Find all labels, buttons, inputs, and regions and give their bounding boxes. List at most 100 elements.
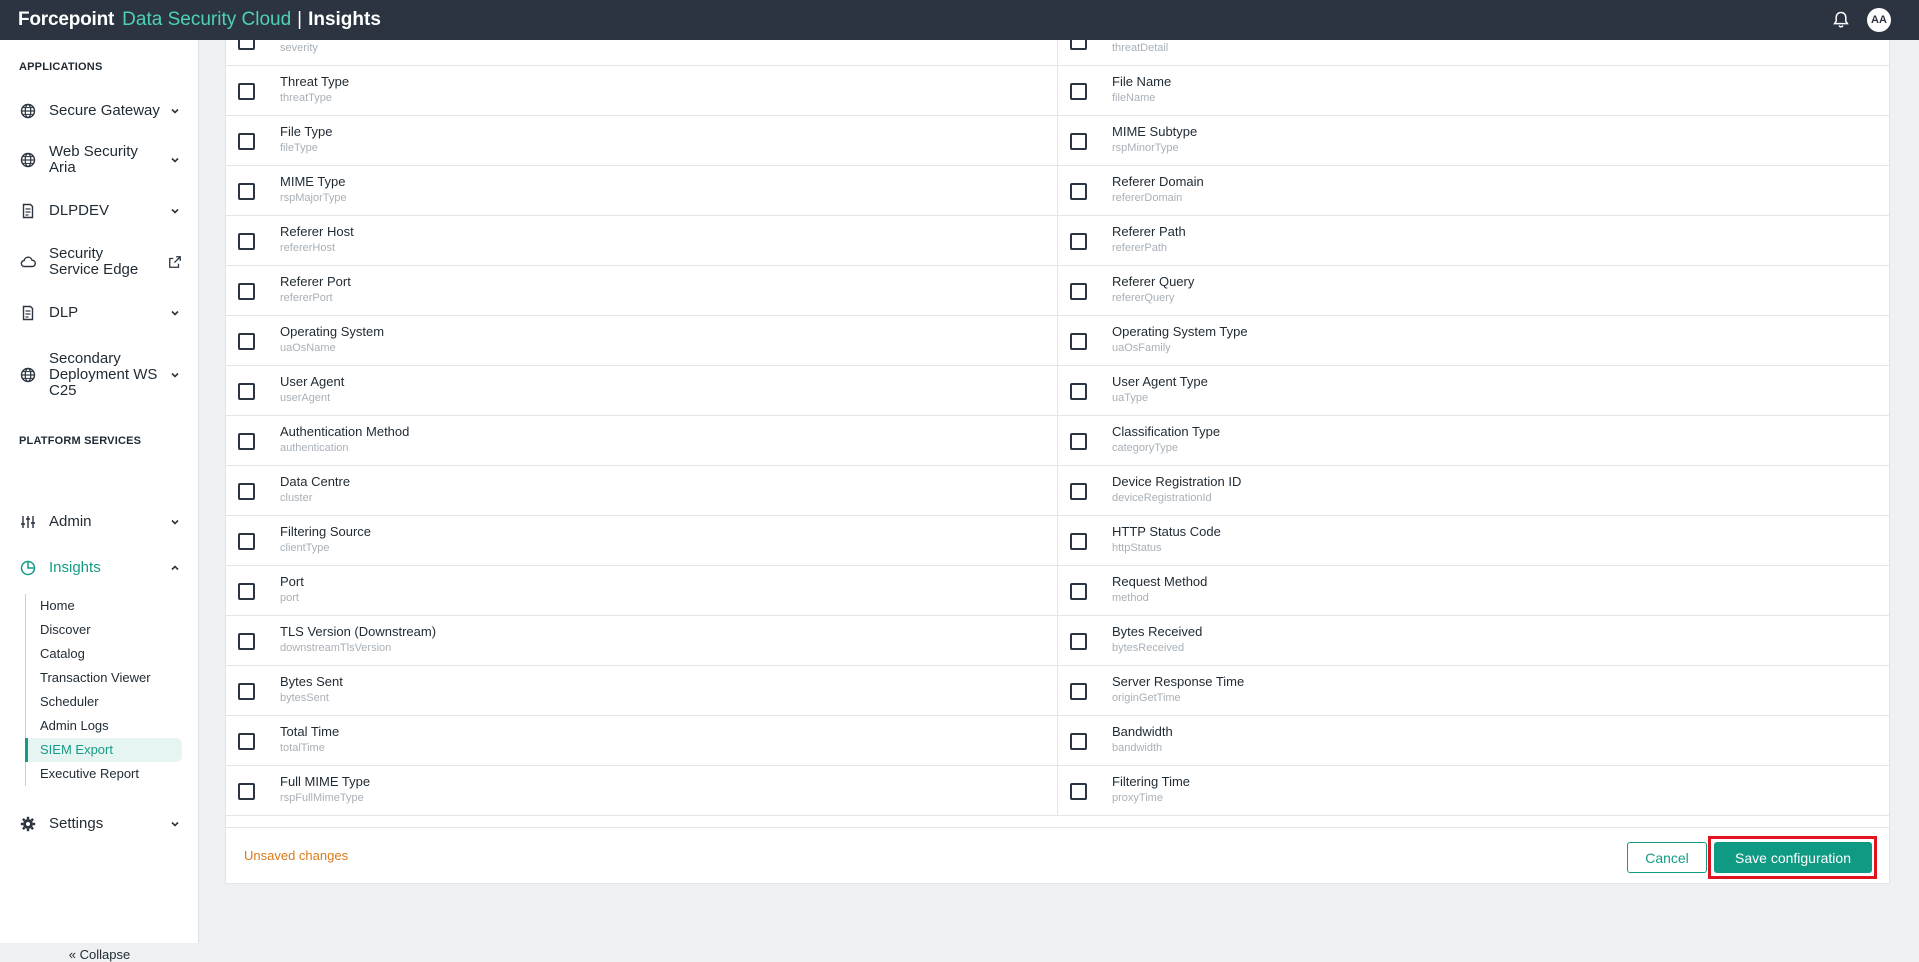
field-label: Operating System [280,324,385,339]
field-key: severity [280,42,318,54]
sidebar-item-insights[interactable]: Insights [0,553,199,583]
field-checkbox[interactable] [1070,133,1087,150]
field-cell: MIME Subtype rspMinorType [1058,116,1889,165]
bell-icon[interactable] [1831,10,1851,30]
table-row: Authentication Method authentication Class… [226,416,1889,466]
field-checkbox[interactable] [238,533,255,550]
field-label: MIME Type [280,174,346,189]
sidebar-item-web-security-aria[interactable]: Web Security Aria [0,142,199,178]
field-key: userAgent [280,392,331,404]
field-cell: Server Response Time originGetTime [1058,666,1889,715]
field-checkbox[interactable] [238,633,255,650]
subnav-item-scheduler[interactable]: Scheduler [26,690,182,714]
field-label: Classification Type [1112,424,1221,439]
sidebar-item-dlpdev[interactable]: DLPDEV [0,196,199,226]
sidebar-item-dlp[interactable]: DLP [0,298,199,328]
field-label: Referer Path [1112,224,1186,239]
field-label: File Type [280,124,333,139]
sidebar-item-admin[interactable]: Admin [0,507,199,537]
field-checkbox[interactable] [1070,233,1087,250]
brand-logo[interactable]: Forcepoint [18,9,114,31]
globe-icon [19,366,37,384]
field-key: bytesSent [280,692,329,704]
avatar[interactable]: AA [1867,8,1891,32]
sidebar-item-settings[interactable]: Settings [0,809,199,839]
field-label: Total Time [280,724,340,739]
sidebar-item-secure-gateway[interactable]: Secure Gateway [0,96,199,126]
subnav-item-admin-logs[interactable]: Admin Logs [26,714,182,738]
field-cell: Referer Port refererPort [226,266,1058,315]
field-key: categoryType [1112,442,1179,454]
field-checkbox[interactable] [1070,483,1087,500]
field-checkbox[interactable] [238,233,255,250]
sidebar-item-secondary-deployment[interactable]: Secondary Deployment WS C25 [0,349,199,401]
field-cell: HTTP Status Code httpStatus [1058,516,1889,565]
field-checkbox[interactable] [238,183,255,200]
field-checkbox[interactable] [1070,633,1087,650]
external-link-icon [169,256,181,268]
field-checkbox[interactable] [1070,433,1087,450]
field-checkbox[interactable] [1070,583,1087,600]
subnav-item-discover[interactable]: Discover [26,618,182,642]
brand-separator: | [297,9,303,30]
subnav-item-catalog[interactable]: Catalog [26,642,182,666]
subnav-item-siem-export[interactable]: SIEM Export [25,738,182,762]
field-key: bandwidth [1112,742,1163,754]
sidebar-item-security-service-edge[interactable]: Security Service Edge [0,244,199,280]
field-cell: Request Method method [1058,566,1889,615]
field-checkbox[interactable] [238,733,255,750]
table-row: User Agent userAgent User Agent Type uaType [226,366,1889,416]
field-checkbox[interactable] [238,283,255,300]
chevron-down-icon [171,519,179,525]
field-key: refererPath [1112,242,1168,254]
table-row: Data Centre cluster Device Registration ID… [226,466,1889,516]
subnav-item-executive-report[interactable]: Executive Report [26,762,182,786]
collapse-button[interactable]: « Collapse [0,947,199,962]
field-checkbox[interactable] [238,683,255,700]
field-checkbox[interactable] [238,483,255,500]
field-label: Authentication Method [280,424,410,439]
field-label: Data Centre [280,474,351,489]
field-cell: Threat Type threatType [226,66,1058,115]
field-cell: File Name fileName [1058,66,1889,115]
field-checkbox[interactable] [1070,83,1087,100]
field-checkbox[interactable] [1070,333,1087,350]
field-label: Bytes Received [1112,624,1203,639]
cancel-button[interactable]: Cancel [1627,842,1707,873]
field-checkbox[interactable] [238,433,255,450]
platform-services-heading: PLATFORM SERVICES [19,435,142,447]
field-cell: Port port [226,566,1058,615]
subnav-item-transaction-viewer[interactable]: Transaction Viewer [26,666,182,690]
field-cell: Referer Path refererPath [1058,216,1889,265]
field-label: File Name [1112,74,1172,89]
field-checkbox[interactable] [1070,183,1087,200]
chevron-down-icon [171,108,179,114]
field-label: Referer Domain [1112,174,1204,189]
field-checkbox[interactable] [238,133,255,150]
sidebar-item-label: Secondary Deployment WS C25 [49,350,158,399]
field-checkbox[interactable] [1070,533,1087,550]
table-row: Bytes Sent bytesSent Server Response Time o… [226,666,1889,716]
field-label: HTTP Status Code [1112,524,1221,539]
field-key: cluster [280,492,313,504]
applications-heading: APPLICATIONS [19,61,103,73]
field-key: refererQuery [1112,292,1175,304]
subnav-item-home[interactable]: Home [26,594,182,618]
field-checkbox[interactable] [1070,683,1087,700]
field-cell: Bytes Sent bytesSent [226,666,1058,715]
field-checkbox[interactable] [1070,733,1087,750]
field-key: totalTime [280,742,325,754]
field-label: User Agent Type [1112,374,1208,389]
save-configuration-button[interactable]: Save configuration [1714,842,1872,873]
field-checkbox[interactable] [1070,783,1087,800]
field-checkbox[interactable] [238,383,255,400]
field-checkbox[interactable] [238,83,255,100]
field-key: proxyTime [1112,792,1163,804]
field-checkbox[interactable] [1070,283,1087,300]
table-row: File Type fileType MIME Subtype rspMinorTyp… [226,116,1889,166]
field-checkbox[interactable] [1070,383,1087,400]
field-checkbox[interactable] [238,333,255,350]
field-checkbox[interactable] [238,783,255,800]
field-checkbox[interactable] [238,583,255,600]
gear-icon [19,815,37,833]
